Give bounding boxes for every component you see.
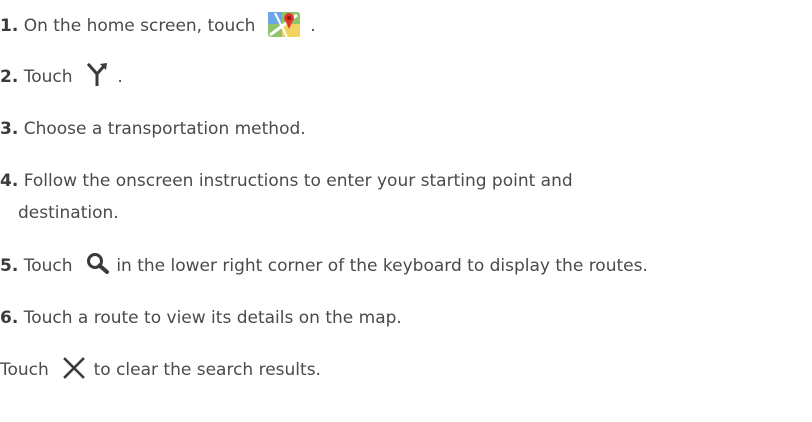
step-4: 4. Follow the onscreen instructions to e… xyxy=(0,166,573,196)
step-text: Choose a transportation method. xyxy=(23,119,306,139)
step-2: 2. Touch . xyxy=(0,62,123,92)
step-text-end: . xyxy=(310,16,316,36)
note-text-end: to clear the search results. xyxy=(93,360,321,380)
step-number: 6. xyxy=(0,308,19,328)
maps-app-icon xyxy=(267,9,301,39)
step-text: Follow the onscreen instructions to ente… xyxy=(23,171,573,191)
step-text: Touch xyxy=(23,67,73,87)
step-4-continuation: destination. xyxy=(18,198,119,228)
step-number: 3. xyxy=(0,119,19,139)
step-number: 4. xyxy=(0,171,19,191)
step-text: Touch a route to view its details on the… xyxy=(23,308,402,328)
close-icon xyxy=(62,356,86,380)
step-number: 1. xyxy=(0,16,19,36)
step-6: 6. Touch a route to view its details on … xyxy=(0,303,402,333)
step-text-end: in the lower right corner of the keyboar… xyxy=(116,256,648,276)
step-number: 2. xyxy=(0,67,19,87)
step-number: 5. xyxy=(0,256,19,276)
step-text: On the home screen, touch xyxy=(23,16,256,36)
step-5: 5. Touch in the lower right corner of th… xyxy=(0,251,648,281)
step-text: Touch xyxy=(23,256,73,276)
step-3: 3. Choose a transportation method. xyxy=(0,114,306,144)
clear-results-note: Touch to clear the search results. xyxy=(0,355,321,385)
search-icon xyxy=(86,252,110,274)
instructions-page: 1. On the home screen, touch . 2. Touch xyxy=(0,0,812,422)
step-1: 1. On the home screen, touch . xyxy=(0,11,316,41)
step-text: destination. xyxy=(18,203,119,223)
directions-fork-icon xyxy=(86,62,108,86)
step-text-end: . xyxy=(117,67,123,87)
note-text: Touch xyxy=(0,360,49,380)
